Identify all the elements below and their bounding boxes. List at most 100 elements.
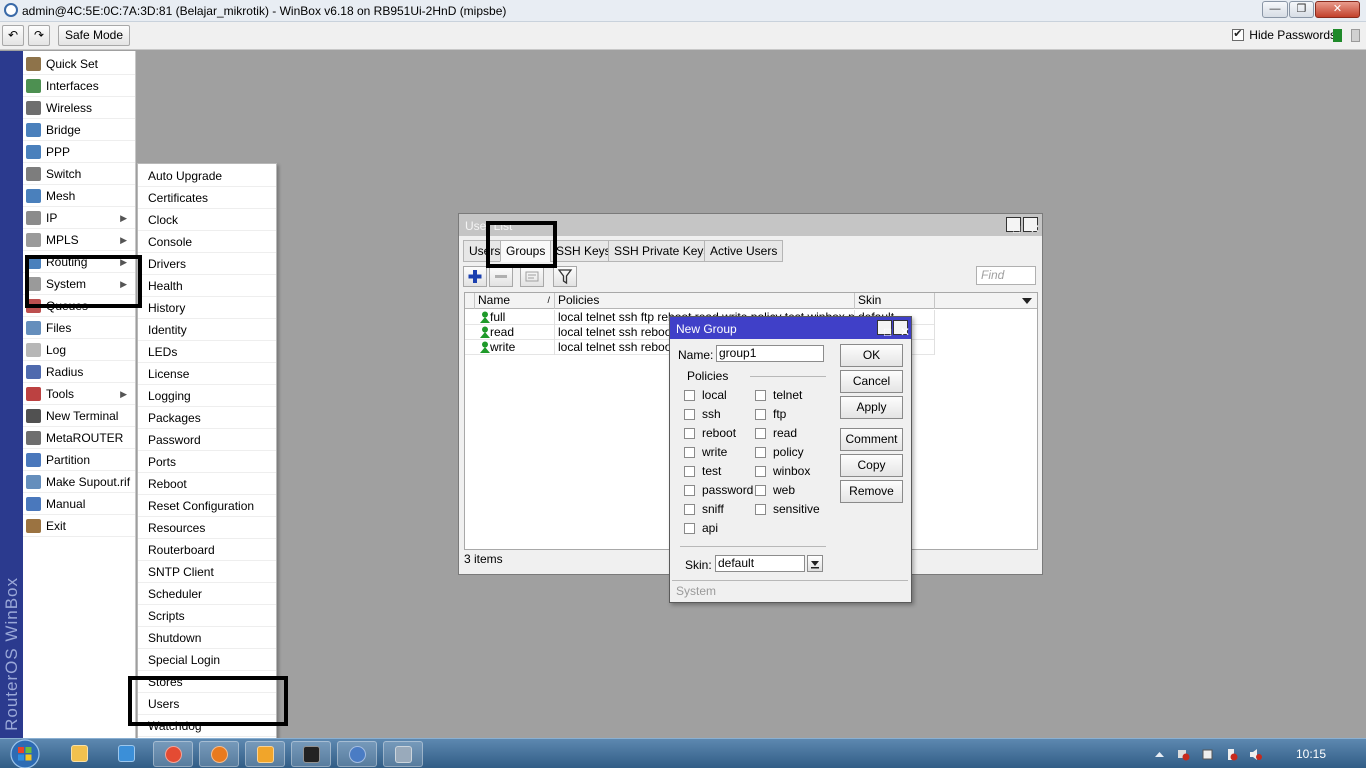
submenu-item-reset-configuration[interactable]: Reset Configuration [138,495,276,517]
policy-sensitive[interactable]: sensitive [755,502,820,516]
menu-item-tools[interactable]: Tools ▶ [23,383,135,405]
taskbar-app-explorer[interactable] [60,741,100,767]
taskbar-app-cmd[interactable] [291,741,331,767]
policy-checkbox[interactable] [755,427,766,439]
column-header-name[interactable]: Name / [475,293,555,309]
policy-web[interactable]: web [755,483,795,497]
policy-checkbox[interactable] [684,427,695,439]
submenu-item-routerboard[interactable]: Routerboard [138,539,276,561]
submenu-item-history[interactable]: History [138,297,276,319]
cancel-button[interactable]: Cancel [840,370,903,393]
policy-password[interactable]: password [684,483,753,497]
menu-item-quick-set[interactable]: Quick Set [23,53,135,75]
taskbar-app-media-player[interactable] [245,741,285,767]
tab-groups[interactable]: Groups [500,240,552,262]
policy-checkbox[interactable] [684,408,695,420]
taskbar-app-winbox[interactable] [337,741,377,767]
policy-checkbox[interactable] [684,389,695,401]
policy-policy[interactable]: policy [755,445,804,459]
submenu-item-sntp-client[interactable]: SNTP Client [138,561,276,583]
skin-dropdown-button[interactable] [807,555,823,572]
menu-item-manual[interactable]: Manual [23,493,135,515]
taskbar-app-ie[interactable] [107,741,147,767]
new-group-title-bar[interactable]: New Group □ ✕ [670,317,911,339]
policy-checkbox[interactable] [684,446,695,458]
comment-button[interactable]: Comment [840,428,903,451]
policy-checkbox[interactable] [755,446,766,458]
submenu-item-license[interactable]: License [138,363,276,385]
menu-item-mesh[interactable]: Mesh [23,185,135,207]
tray-usb-icon[interactable] [1225,748,1238,761]
taskbar-app-firefox[interactable] [199,741,239,767]
menu-item-interfaces[interactable]: Interfaces [23,75,135,97]
menu-item-exit[interactable]: Exit [23,515,135,537]
menu-item-new-terminal[interactable]: New Terminal [23,405,135,427]
submenu-item-users[interactable]: Users [138,693,276,715]
policy-write[interactable]: write [684,445,727,459]
new-group-close-button[interactable]: ✕ [893,320,910,339]
remove-button[interactable] [489,266,513,287]
policy-checkbox[interactable] [684,484,695,496]
menu-item-metarouter[interactable]: MetaROUTER [23,427,135,449]
menu-item-radius[interactable]: Radius [23,361,135,383]
submenu-item-special-login[interactable]: Special Login [138,649,276,671]
policy-sniff[interactable]: sniff [684,502,724,516]
policy-reboot[interactable]: reboot [684,426,736,440]
tab-active-users[interactable]: Active Users [704,240,784,262]
tray-device-icon[interactable] [1201,748,1214,761]
taskbar-app-paint[interactable] [383,741,423,767]
apply-button[interactable]: Apply [840,396,903,419]
menu-item-mpls[interactable]: MPLS ▶ [23,229,135,251]
close-button[interactable]: ✕ [1315,1,1360,18]
copy-button[interactable]: Copy [840,454,903,477]
redo-button[interactable]: ↷ [28,25,50,46]
column-header-skin[interactable]: Skin [855,293,935,309]
menu-item-files[interactable]: Files [23,317,135,339]
menu-item-partition[interactable]: Partition [23,449,135,471]
menu-item-wireless[interactable]: Wireless [23,97,135,119]
menu-item-queues[interactable]: Queues [23,295,135,317]
group-name-input[interactable]: group1 [716,345,824,362]
menu-item-bridge[interactable]: Bridge [23,119,135,141]
filter-button[interactable] [553,266,577,287]
policy-checkbox[interactable] [755,389,766,401]
submenu-item-reboot[interactable]: Reboot [138,473,276,495]
menu-item-switch[interactable]: Switch [23,163,135,185]
hide-passwords-checkbox[interactable] [1232,27,1245,41]
policy-checkbox[interactable] [755,408,766,420]
policy-read[interactable]: read [755,426,797,440]
policy-checkbox[interactable] [684,503,695,515]
start-button[interactable] [6,739,44,768]
remove-button[interactable]: Remove [840,480,903,503]
submenu-item-console[interactable]: Console [138,231,276,253]
submenu-item-resources[interactable]: Resources [138,517,276,539]
tray-expand-icon[interactable] [1153,748,1166,761]
submenu-item-ports[interactable]: Ports [138,451,276,473]
submenu-item-certificates[interactable]: Certificates [138,187,276,209]
taskbar-app-chrome[interactable] [153,741,193,767]
policy-ssh[interactable]: ssh [684,407,721,421]
submenu-item-logging[interactable]: Logging [138,385,276,407]
menu-item-ip[interactable]: IP ▶ [23,207,135,229]
submenu-item-stores[interactable]: Stores [138,671,276,693]
tab-ssh-keys[interactable]: SSH Keys [550,240,617,262]
policy-winbox[interactable]: winbox [755,464,810,478]
policy-local[interactable]: local [684,388,727,402]
undo-button[interactable]: ↶ [2,25,24,46]
policy-checkbox[interactable] [755,465,766,477]
minimize-button[interactable]: — [1262,1,1288,18]
column-dropdown-button[interactable] [1021,295,1033,307]
policy-checkbox[interactable] [755,503,766,515]
policy-checkbox[interactable] [684,522,695,534]
hide-passwords-toggle[interactable]: Hide Passwords [1232,27,1336,42]
add-button[interactable] [463,266,487,287]
policy-ftp[interactable]: ftp [755,407,786,421]
submenu-item-scripts[interactable]: Scripts [138,605,276,627]
submenu-item-leds[interactable]: LEDs [138,341,276,363]
ok-button[interactable]: OK [840,344,903,367]
submenu-item-health[interactable]: Health [138,275,276,297]
new-group-dialog[interactable]: New Group □ ✕ Name: group1 Policies Skin… [669,316,912,603]
submenu-item-identity[interactable]: Identity [138,319,276,341]
policy-api[interactable]: api [684,521,718,535]
policy-telnet[interactable]: telnet [755,388,802,402]
